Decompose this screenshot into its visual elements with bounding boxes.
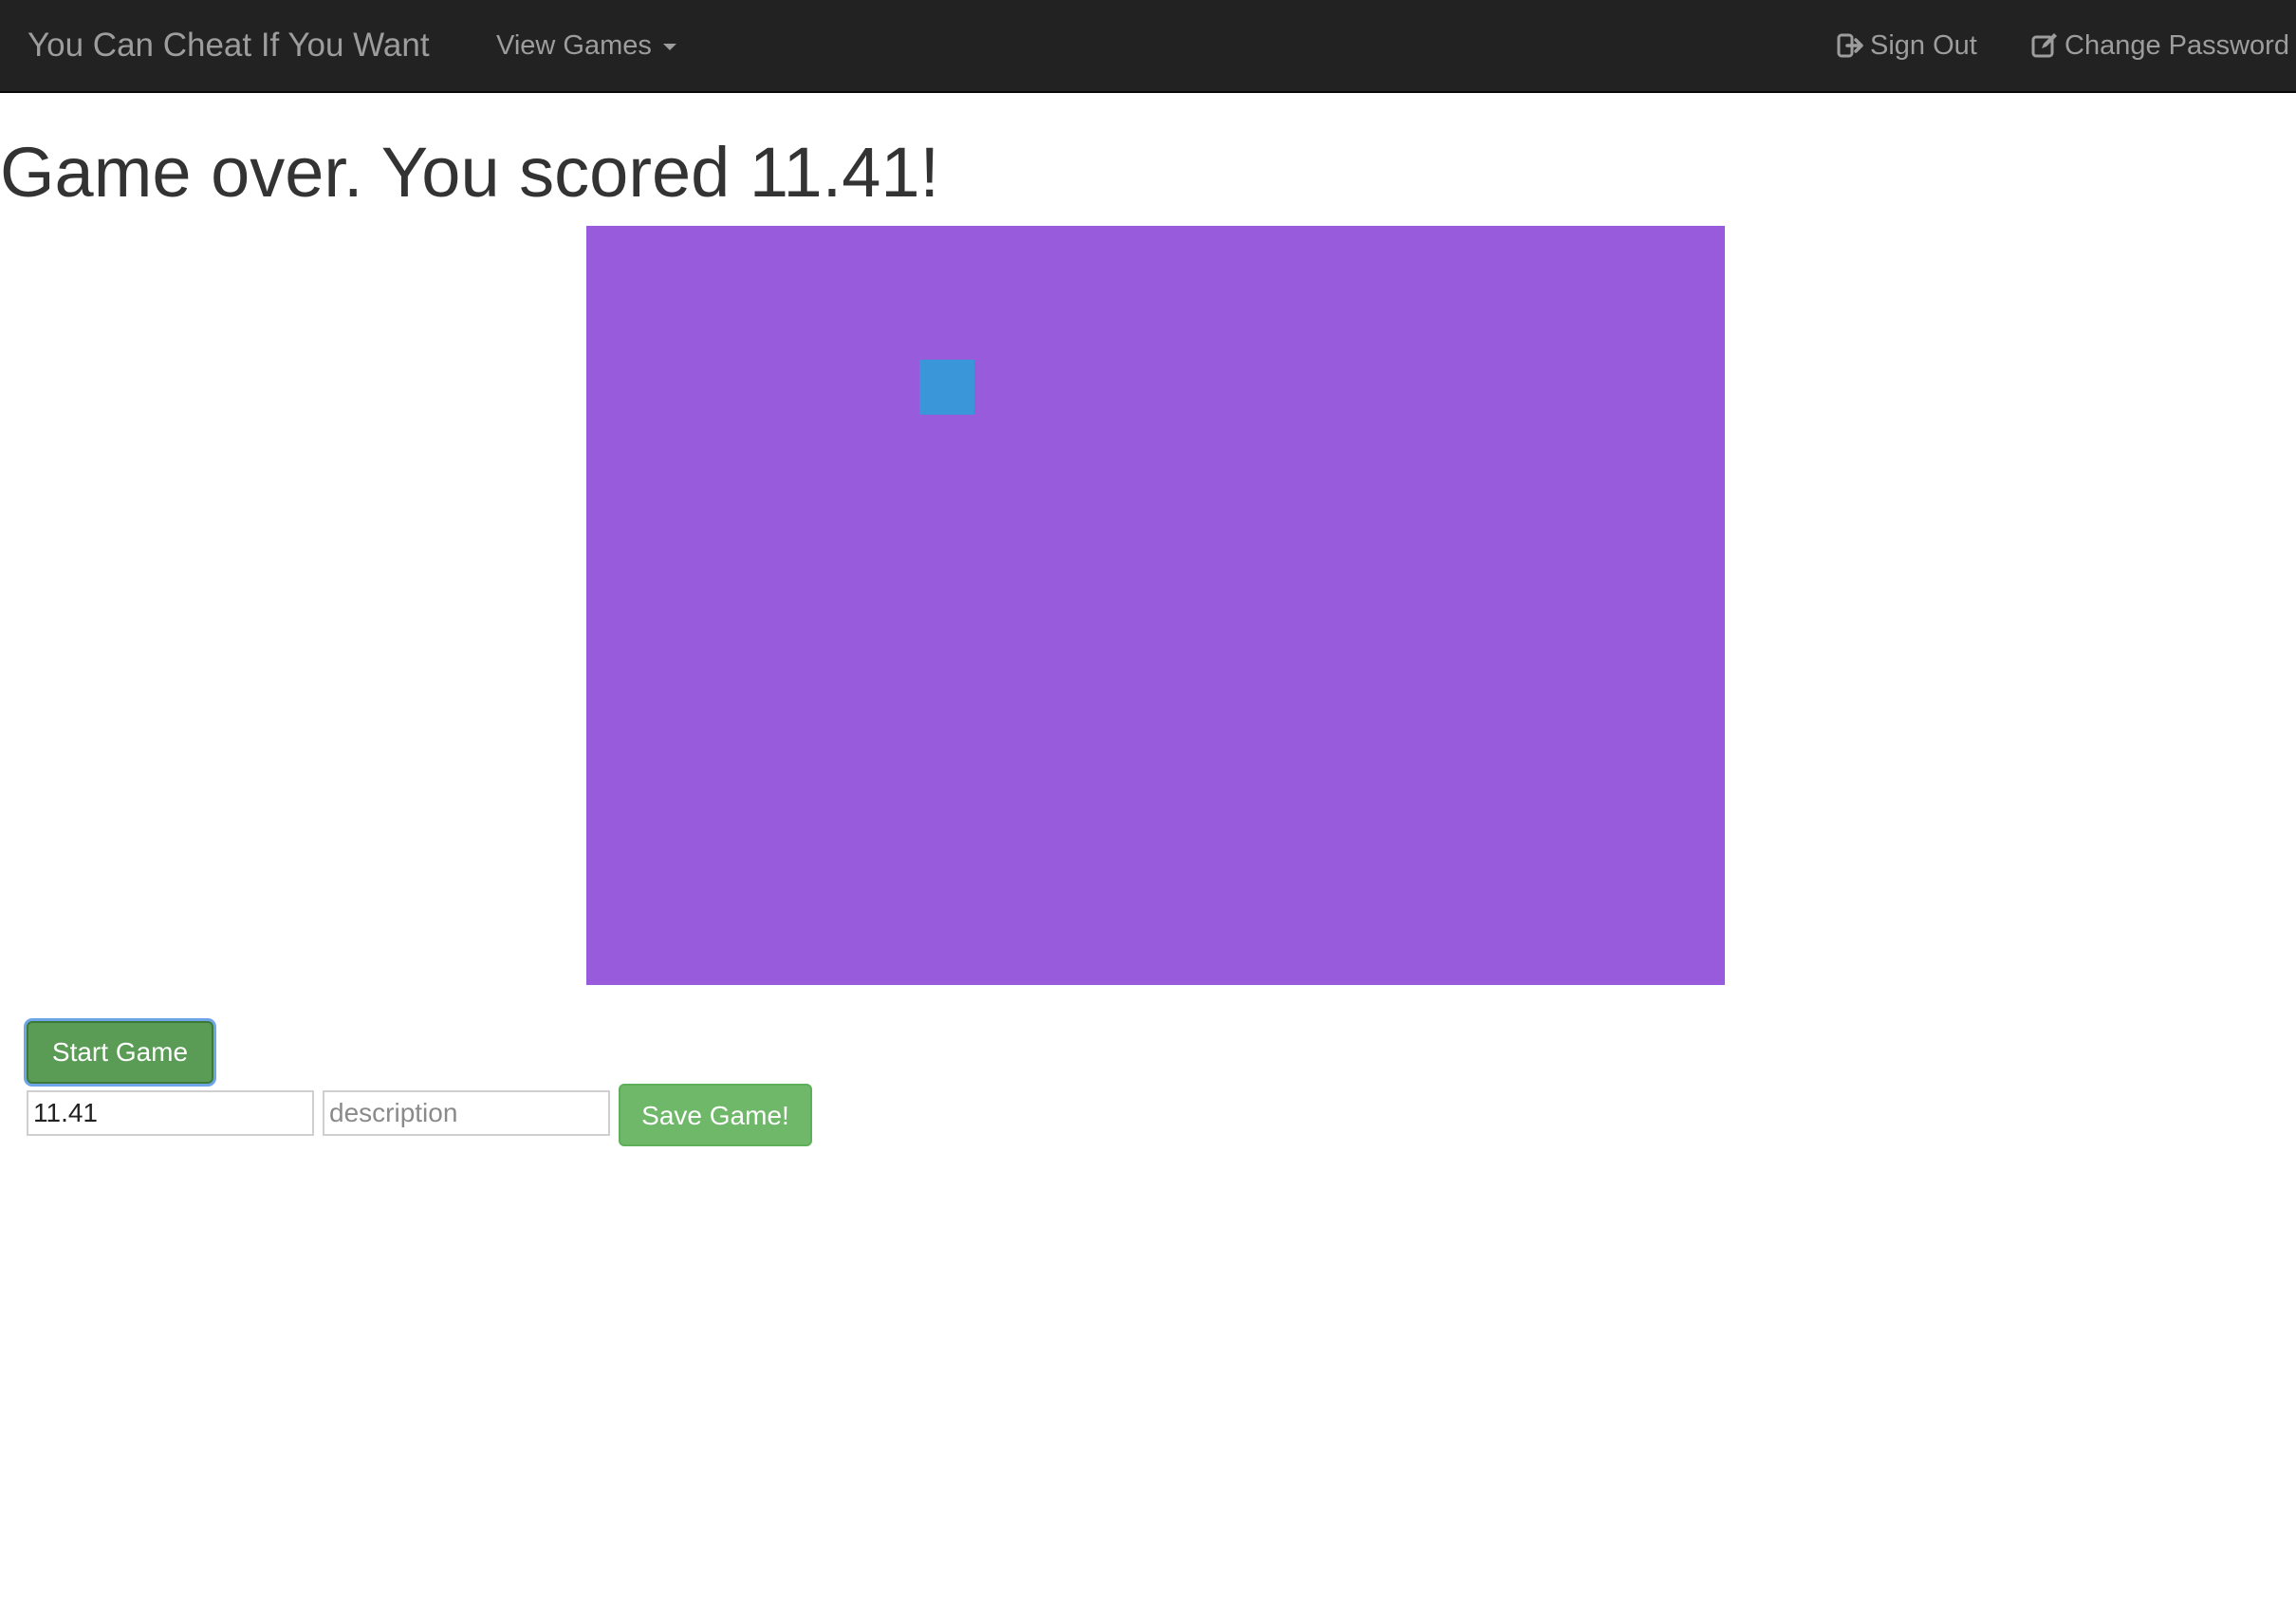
start-game-button[interactable]: Start Game: [27, 1021, 213, 1084]
edit-icon: [2031, 33, 2057, 58]
view-games-dropdown[interactable]: View Games: [496, 0, 676, 91]
change-password-label: Change Password: [2065, 30, 2289, 61]
page-title: Game over. You scored 11.41!: [0, 133, 940, 212]
sign-out-label: Sign Out: [1870, 30, 1977, 61]
save-game-button[interactable]: Save Game!: [619, 1084, 812, 1146]
change-password-link[interactable]: Change Password: [2030, 0, 2289, 91]
description-field[interactable]: [323, 1090, 610, 1136]
brand-link[interactable]: You Can Cheat If You Want: [28, 0, 430, 91]
game-canvas[interactable]: [586, 226, 1725, 985]
sign-out-link[interactable]: Sign Out: [1836, 0, 1977, 91]
caret-down-icon: [662, 43, 676, 50]
view-games-label: View Games: [496, 30, 652, 61]
top-navbar: You Can Cheat If You Want View Games Sig…: [0, 0, 2296, 93]
player-square: [919, 360, 974, 415]
sign-out-icon: [1837, 33, 1863, 58]
score-field[interactable]: [27, 1090, 314, 1136]
